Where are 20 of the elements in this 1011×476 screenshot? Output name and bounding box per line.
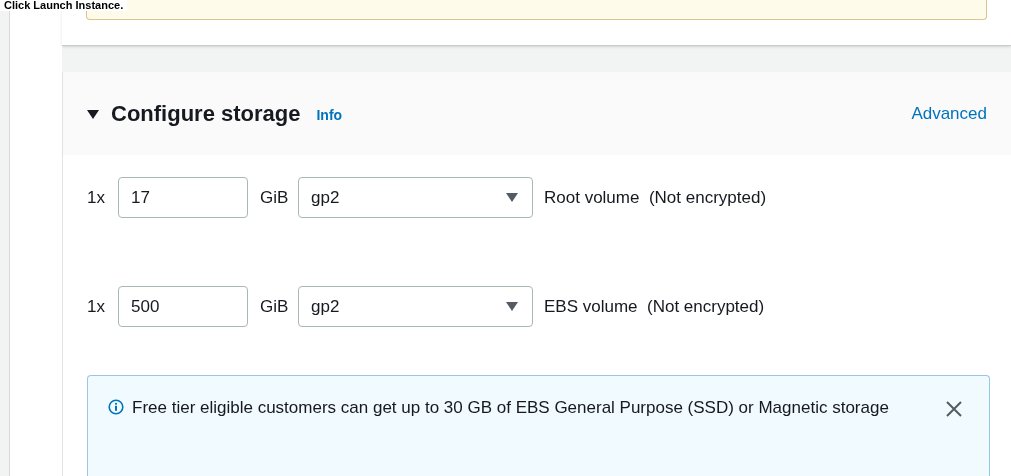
info-icon xyxy=(108,399,124,415)
close-icon[interactable] xyxy=(945,400,963,418)
volume-type-select[interactable]: gp2 xyxy=(298,286,533,327)
free-tier-notice: Free tier eligible customers can get up to 30 GB of EBS General Purpose (SSD) or Magnetic storage xyxy=(132,397,890,419)
volume-size-field[interactable]: 500 xyxy=(118,286,248,327)
size-unit: GiB xyxy=(260,186,290,209)
collapse-caret-icon[interactable] xyxy=(87,107,99,120)
advanced-link[interactable]: Advanced xyxy=(911,100,987,127)
volume-description: EBS volume (Not encrypted) xyxy=(544,295,765,318)
volume-description: Root volume (Not encrypted) xyxy=(544,186,767,209)
dropdown-caret-icon xyxy=(506,193,518,202)
volume-count: 1x xyxy=(87,186,106,209)
volume-size-field[interactable]: 17 xyxy=(118,177,248,218)
dropdown-caret-icon xyxy=(506,302,518,311)
instruction-text: Click Launch Instance. xyxy=(0,0,128,11)
info-link[interactable]: Info xyxy=(316,105,343,126)
section-title: Configure storage xyxy=(111,100,301,128)
volume-type-select[interactable]: gp2 xyxy=(298,177,533,218)
volume-count: 1x xyxy=(87,295,106,318)
size-unit: GiB xyxy=(260,295,290,318)
